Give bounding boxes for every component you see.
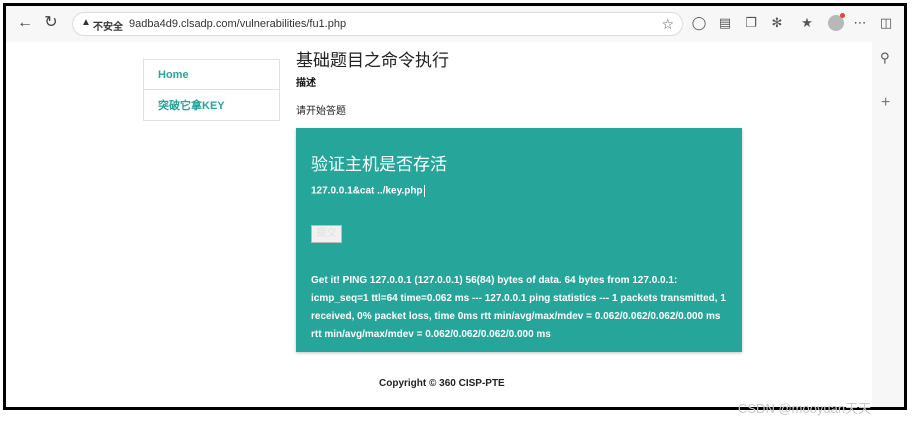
reading-icon[interactable]: ▤ — [717, 15, 733, 31]
extension-icon[interactable]: ◯ — [691, 15, 707, 31]
command-card: 验证主机是否存活 127.0.0.1&cat ../key.php 提交 Get… — [296, 128, 742, 352]
browser-toolbar: ← ↻ ▲ 不安全 9adba4d9.clsadp.com/vulnerabil… — [6, 6, 904, 42]
host-input[interactable]: 127.0.0.1&cat ../key.php — [311, 185, 425, 197]
page-title: 基础题目之命令执行 — [296, 51, 449, 70]
description-label: 描述 — [296, 78, 316, 89]
command-result: Get it! PING 127.0.0.1 (127.0.0.1) 56(84… — [311, 275, 726, 340]
notification-dot — [840, 13, 845, 18]
card-title: 验证主机是否存活 — [311, 155, 447, 174]
favorites-icon[interactable]: ★ — [799, 15, 815, 31]
back-icon[interactable]: ← — [16, 14, 34, 32]
watermark: CSDN @mooyuan天天 — [738, 401, 872, 416]
puzzle-icon[interactable]: ✻ — [769, 15, 785, 31]
plus-icon[interactable]: + — [881, 94, 890, 112]
submit-button[interactable]: 提交 — [311, 225, 342, 243]
more-icon[interactable]: ⋯ — [852, 15, 868, 31]
sidebar-icon[interactable]: ◫ — [878, 15, 894, 31]
text-caret — [423, 185, 425, 197]
address-bar[interactable]: ▲ 不安全 9adba4d9.clsadp.com/vulnerabilitie… — [72, 12, 683, 36]
side-nav: Home 突破它拿KEY — [143, 59, 280, 121]
description-text: 请开始答题 — [296, 106, 346, 117]
host-input-value[interactable]: 127.0.0.1&cat ../key.php — [311, 186, 423, 197]
url-text[interactable]: 9adba4d9.clsadp.com/vulnerabilities/fu1.… — [129, 18, 346, 30]
nav-item-home[interactable]: Home — [144, 60, 279, 90]
nav-item-get-key[interactable]: 突破它拿KEY — [144, 91, 279, 121]
browser-window: ← ↻ ▲ 不安全 9adba4d9.clsadp.com/vulnerabil… — [3, 3, 907, 410]
insecure-label: 不安全 — [93, 22, 123, 33]
browser-sidebar: ⚲ + — [872, 42, 904, 407]
star-icon[interactable]: ☆ — [661, 16, 674, 33]
reload-icon[interactable]: ↻ — [42, 14, 60, 32]
search-icon[interactable]: ⚲ — [880, 50, 890, 66]
page-content: Home 突破它拿KEY 基础题目之命令执行 描述 请开始答题 验证主机是否存活… — [6, 42, 872, 407]
tabs-icon[interactable]: ❐ — [743, 15, 759, 31]
footer-copyright: Copyright © 360 CISP-PTE — [379, 378, 505, 389]
warning-icon: ▲ — [81, 17, 91, 28]
